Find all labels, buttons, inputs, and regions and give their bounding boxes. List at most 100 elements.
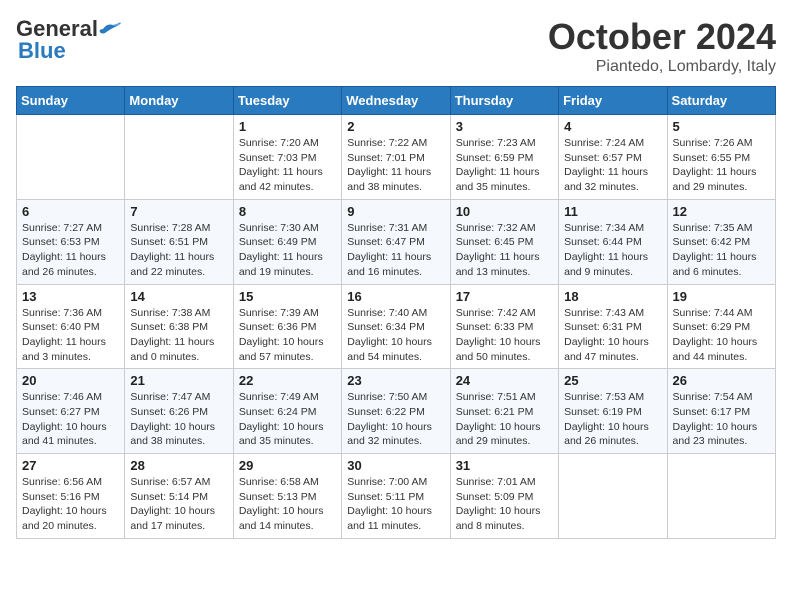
calendar-week-row: 1Sunrise: 7:20 AM Sunset: 7:03 PM Daylig… (17, 115, 776, 200)
calendar-cell: 26 Sunrise: 7:54 AM Sunset: 6:17 PM Dayli… (667, 369, 775, 454)
day-number: 3 (456, 119, 553, 134)
calendar-header-monday: Monday (125, 87, 233, 115)
day-number: 17 (456, 289, 553, 304)
calendar-cell: 16Sunrise: 7:40 AM Sunset: 6:34 PM Dayli… (342, 284, 450, 369)
day-number: 27 (22, 458, 119, 473)
calendar-cell: 29Sunrise: 6:58 AM Sunset: 5:13 PM Dayli… (233, 454, 341, 539)
day-info: Sunrise: 7:31 AM Sunset: 6:47 PM Dayligh… (347, 221, 444, 280)
day-info: Sunrise: 7:28 AM Sunset: 6:51 PM Dayligh… (130, 221, 227, 280)
day-number: 15 (239, 289, 336, 304)
calendar-cell: 5Sunrise: 7:26 AM Sunset: 6:55 PM Daylig… (667, 115, 775, 200)
title-block: October 2024 Piantedo, Lombardy, Italy (548, 16, 776, 76)
day-number: 8 (239, 204, 336, 219)
calendar-cell: 3 Sunrise: 7:23 AM Sunset: 6:59 PM Daylig… (450, 115, 558, 200)
day-number: 9 (347, 204, 444, 219)
day-number: 18 (564, 289, 661, 304)
calendar-cell: 2 Sunrise: 7:22 AM Sunset: 7:01 PM Daylig… (342, 115, 450, 200)
day-info: Sunrise: 7:42 AM Sunset: 6:33 PM Dayligh… (456, 306, 553, 365)
calendar-cell: 30Sunrise: 7:00 AM Sunset: 5:11 PM Dayli… (342, 454, 450, 539)
day-info: Sunrise: 7:38 AM Sunset: 6:38 PM Dayligh… (130, 306, 227, 365)
calendar-week-row: 27 Sunrise: 6:56 AM Sunset: 5:16 PM Dayli… (17, 454, 776, 539)
calendar-week-row: 6 Sunrise: 7:27 AM Sunset: 6:53 PM Daylig… (17, 199, 776, 284)
day-number: 21 (130, 373, 227, 388)
calendar-cell: 27 Sunrise: 6:56 AM Sunset: 5:16 PM Dayli… (17, 454, 125, 539)
calendar-week-row: 13 Sunrise: 7:36 AM Sunset: 6:40 PM Dayli… (17, 284, 776, 369)
calendar-week-row: 20 Sunrise: 7:46 AM Sunset: 6:27 PM Dayli… (17, 369, 776, 454)
day-info: Sunrise: 7:34 AM Sunset: 6:44 PM Dayligh… (564, 221, 661, 280)
calendar-cell: 1Sunrise: 7:20 AM Sunset: 7:03 PM Daylig… (233, 115, 341, 200)
day-info: Sunrise: 7:22 AM Sunset: 7:01 PM Dayligh… (347, 136, 444, 195)
calendar-cell: 11 Sunrise: 7:34 AM Sunset: 6:44 PM Dayli… (559, 199, 667, 284)
calendar-header-saturday: Saturday (667, 87, 775, 115)
calendar-cell: 18Sunrise: 7:43 AM Sunset: 6:31 PM Dayli… (559, 284, 667, 369)
calendar-cell: 14 Sunrise: 7:38 AM Sunset: 6:38 PM Dayli… (125, 284, 233, 369)
calendar-cell: 8 Sunrise: 7:30 AM Sunset: 6:49 PM Daylig… (233, 199, 341, 284)
calendar-header-thursday: Thursday (450, 87, 558, 115)
day-info: Sunrise: 7:26 AM Sunset: 6:55 PM Dayligh… (673, 136, 770, 195)
day-info: Sunrise: 7:24 AM Sunset: 6:57 PM Dayligh… (564, 136, 661, 195)
calendar-table: SundayMondayTuesdayWednesdayThursdayFrid… (16, 86, 776, 539)
month-title: October 2024 (548, 16, 776, 58)
calendar-cell: 24 Sunrise: 7:51 AM Sunset: 6:21 PM Dayli… (450, 369, 558, 454)
calendar-cell (125, 115, 233, 200)
day-number: 20 (22, 373, 119, 388)
day-info: Sunrise: 7:51 AM Sunset: 6:21 PM Dayligh… (456, 390, 553, 449)
day-number: 11 (564, 204, 661, 219)
day-number: 2 (347, 119, 444, 134)
day-info: Sunrise: 7:23 AM Sunset: 6:59 PM Dayligh… (456, 136, 553, 195)
day-info: Sunrise: 7:00 AM Sunset: 5:11 PM Dayligh… (347, 475, 444, 534)
day-info: Sunrise: 7:40 AM Sunset: 6:34 PM Dayligh… (347, 306, 444, 365)
day-info: Sunrise: 7:01 AM Sunset: 5:09 PM Dayligh… (456, 475, 553, 534)
calendar-header-row: SundayMondayTuesdayWednesdayThursdayFrid… (17, 87, 776, 115)
day-number: 28 (130, 458, 227, 473)
day-info: Sunrise: 7:36 AM Sunset: 6:40 PM Dayligh… (22, 306, 119, 365)
day-info: Sunrise: 7:50 AM Sunset: 6:22 PM Dayligh… (347, 390, 444, 449)
day-number: 24 (456, 373, 553, 388)
calendar-header-friday: Friday (559, 87, 667, 115)
logo-blue: Blue (18, 38, 66, 64)
calendar-cell (559, 454, 667, 539)
day-number: 29 (239, 458, 336, 473)
calendar-header-sunday: Sunday (17, 87, 125, 115)
calendar-cell: 7 Sunrise: 7:28 AM Sunset: 6:51 PM Daylig… (125, 199, 233, 284)
location: Piantedo, Lombardy, Italy (548, 58, 776, 76)
day-number: 7 (130, 204, 227, 219)
page-header: General Blue October 2024 Piantedo, Lomb… (16, 16, 776, 76)
calendar-header-wednesday: Wednesday (342, 87, 450, 115)
day-number: 14 (130, 289, 227, 304)
day-number: 10 (456, 204, 553, 219)
day-number: 22 (239, 373, 336, 388)
day-info: Sunrise: 7:30 AM Sunset: 6:49 PM Dayligh… (239, 221, 336, 280)
calendar-header-tuesday: Tuesday (233, 87, 341, 115)
day-info: Sunrise: 7:39 AM Sunset: 6:36 PM Dayligh… (239, 306, 336, 365)
calendar-cell: 22 Sunrise: 7:49 AM Sunset: 6:24 PM Dayli… (233, 369, 341, 454)
day-info: Sunrise: 7:47 AM Sunset: 6:26 PM Dayligh… (130, 390, 227, 449)
day-number: 6 (22, 204, 119, 219)
calendar-cell: 21 Sunrise: 7:47 AM Sunset: 6:26 PM Dayli… (125, 369, 233, 454)
day-info: Sunrise: 7:53 AM Sunset: 6:19 PM Dayligh… (564, 390, 661, 449)
calendar-cell: 12Sunrise: 7:35 AM Sunset: 6:42 PM Dayli… (667, 199, 775, 284)
calendar-cell: 17 Sunrise: 7:42 AM Sunset: 6:33 PM Dayli… (450, 284, 558, 369)
day-info: Sunrise: 7:54 AM Sunset: 6:17 PM Dayligh… (673, 390, 770, 449)
calendar-cell: 13 Sunrise: 7:36 AM Sunset: 6:40 PM Dayli… (17, 284, 125, 369)
day-number: 13 (22, 289, 119, 304)
calendar-cell (667, 454, 775, 539)
logo-bird-icon (99, 21, 121, 37)
day-info: Sunrise: 7:27 AM Sunset: 6:53 PM Dayligh… (22, 221, 119, 280)
day-info: Sunrise: 7:46 AM Sunset: 6:27 PM Dayligh… (22, 390, 119, 449)
day-info: Sunrise: 6:57 AM Sunset: 5:14 PM Dayligh… (130, 475, 227, 534)
calendar-cell: 31Sunrise: 7:01 AM Sunset: 5:09 PM Dayli… (450, 454, 558, 539)
day-number: 19 (673, 289, 770, 304)
calendar-cell: 28 Sunrise: 6:57 AM Sunset: 5:14 PM Dayli… (125, 454, 233, 539)
calendar-cell (17, 115, 125, 200)
day-number: 12 (673, 204, 770, 219)
day-info: Sunrise: 6:56 AM Sunset: 5:16 PM Dayligh… (22, 475, 119, 534)
calendar-cell: 20 Sunrise: 7:46 AM Sunset: 6:27 PM Dayli… (17, 369, 125, 454)
day-number: 23 (347, 373, 444, 388)
day-info: Sunrise: 7:44 AM Sunset: 6:29 PM Dayligh… (673, 306, 770, 365)
day-info: Sunrise: 7:49 AM Sunset: 6:24 PM Dayligh… (239, 390, 336, 449)
calendar-cell: 23 Sunrise: 7:50 AM Sunset: 6:22 PM Dayli… (342, 369, 450, 454)
calendar-cell: 6 Sunrise: 7:27 AM Sunset: 6:53 PM Daylig… (17, 199, 125, 284)
calendar-cell: 10Sunrise: 7:32 AM Sunset: 6:45 PM Dayli… (450, 199, 558, 284)
day-number: 26 (673, 373, 770, 388)
